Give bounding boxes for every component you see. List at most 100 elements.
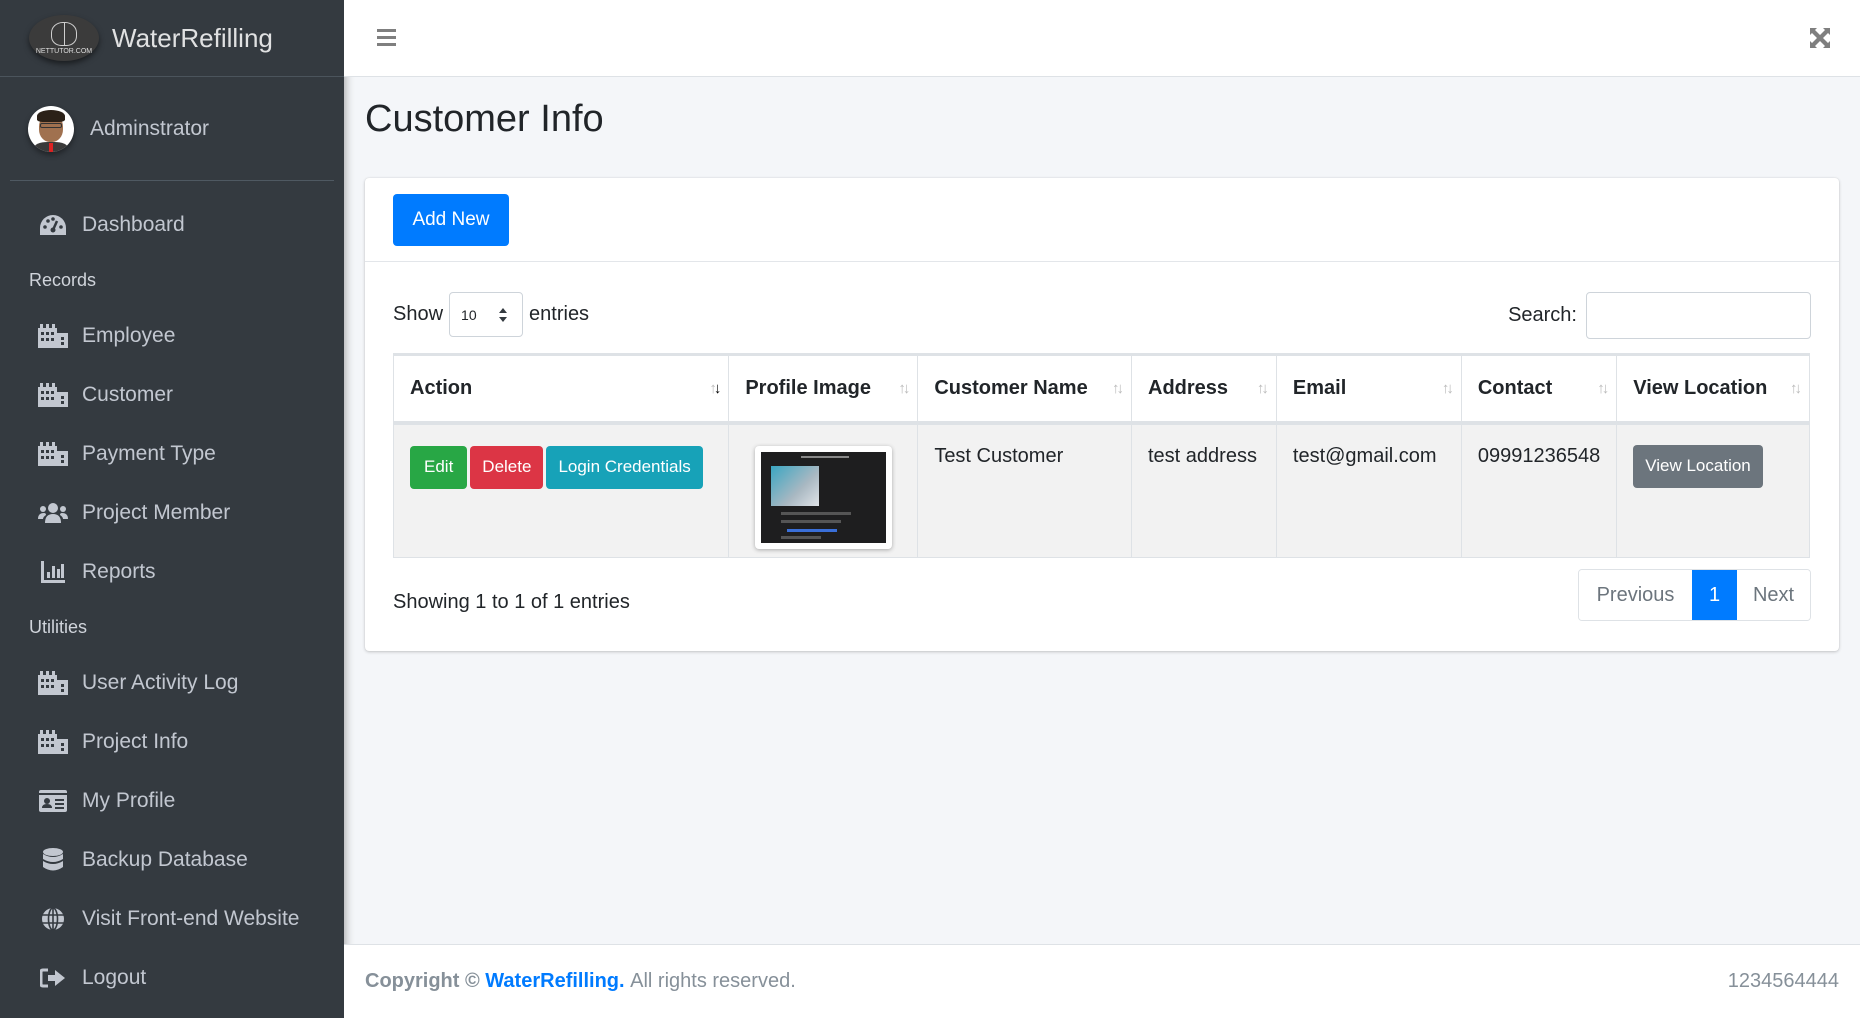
login-credentials-button[interactable]: Login Credentials — [546, 445, 703, 489]
database-icon — [38, 847, 68, 872]
add-new-button[interactable]: Add New — [393, 194, 509, 246]
search-input[interactable] — [1586, 292, 1811, 339]
sidebar-item-label: Project Member — [82, 500, 231, 524]
sidebar-item-project-member[interactable]: Project Member — [0, 483, 344, 542]
avatar — [28, 105, 74, 152]
sidebar-item-my-profile[interactable]: My Profile — [0, 771, 344, 830]
building-icon — [38, 729, 68, 754]
chart-bar-icon — [38, 560, 68, 584]
column-header-view-location[interactable]: View Location ↑↓ — [1616, 353, 1810, 425]
brand-logo-text: NETTUTOR.COM — [35, 47, 93, 55]
table-row: Edit Delete Login Credentials Test Custo… — [392, 422, 1810, 558]
sort-icon: ↑↓ — [1597, 380, 1609, 397]
globe-icon — [38, 906, 68, 931]
sort-icon: ↑↓ — [1256, 380, 1269, 397]
entries-length-control: Show 10 entries — [393, 292, 589, 337]
customer-table: Action ↑↓ Profile Image ↑↓ Customer Name ↑↓… — [392, 353, 1810, 558]
sidebar-item-payment-type[interactable]: Payment Type — [0, 424, 344, 483]
sign-out-icon — [38, 966, 68, 990]
menu-toggle-icon[interactable] — [377, 29, 396, 46]
edit-button[interactable]: Edit — [410, 445, 468, 489]
footer-brand-link[interactable]: WaterRefilling. — [485, 970, 624, 993]
brand-name: WaterRefilling — [112, 22, 273, 53]
sidebar-nav: Dashboard Records Employee Customer Paym… — [0, 181, 344, 1007]
sidebar-item-label: Dashboard — [82, 212, 185, 236]
column-label: View Location — [1633, 376, 1768, 399]
building-icon — [38, 441, 68, 466]
column-label: Customer Name — [934, 376, 1088, 399]
top-navbar — [344, 0, 1860, 77]
sidebar-item-project-info[interactable]: Project Info — [0, 712, 344, 771]
sort-icon: ↑↓ — [709, 380, 721, 397]
select-arrows-icon — [498, 307, 508, 326]
sidebar-item-logout[interactable]: Logout — [0, 948, 344, 1007]
sidebar-item-customer[interactable]: Customer — [0, 365, 344, 424]
column-header-address[interactable]: Address ↑↓ — [1131, 353, 1277, 425]
tachometer-icon — [38, 213, 68, 237]
sidebar-item-reports[interactable]: Reports — [0, 542, 344, 601]
action-cell: Edit Delete Login Credentials — [392, 422, 730, 558]
sidebar-header-records: Records — [29, 269, 97, 290]
sidebar-item-employee[interactable]: Employee — [0, 306, 344, 365]
sidebar-item-dashboard[interactable]: Dashboard — [0, 195, 344, 254]
footer: Copyright © WaterRefilling. All rights r… — [344, 944, 1860, 1018]
pagination: Previous 1 Next — [1578, 569, 1811, 621]
page-length-select[interactable]: 10 — [449, 292, 524, 337]
profile-image-thumbnail[interactable] — [755, 445, 893, 549]
email-cell: test@gmail.com — [1275, 422, 1462, 558]
user-panel[interactable]: Adminstrator — [10, 77, 334, 181]
copyright-text: Copyright © — [365, 970, 480, 992]
column-label: Address — [1148, 376, 1229, 399]
sort-icon: ↑↓ — [1441, 380, 1454, 397]
sidebar-item-label: Backup Database — [82, 847, 248, 871]
fullscreen-icon[interactable] — [1810, 28, 1830, 48]
search-label: Search: — [1508, 304, 1577, 326]
customer-name-cell: Test Customer — [917, 422, 1132, 558]
sidebar: NETTUTOR.COM WaterRefilling Adminstrator… — [0, 0, 344, 1018]
column-header-contact[interactable]: Contact ↑↓ — [1460, 353, 1618, 425]
brand-link[interactable]: NETTUTOR.COM WaterRefilling — [0, 0, 344, 77]
column-header-profile-image[interactable]: Profile Image ↑↓ — [728, 353, 919, 425]
column-header-email[interactable]: Email ↑↓ — [1275, 353, 1462, 425]
column-header-action[interactable]: Action ↑↓ — [392, 353, 730, 425]
sidebar-item-visit-website[interactable]: Visit Front-end Website — [0, 889, 344, 948]
show-label: Show — [393, 303, 444, 325]
view-location-cell: View Location — [1616, 422, 1810, 558]
sidebar-item-user-activity-log[interactable]: User Activity Log — [0, 653, 344, 712]
sidebar-item-label: Project Info — [82, 729, 189, 753]
sidebar-item-backup-database[interactable]: Backup Database — [0, 830, 344, 889]
page-length-value: 10 — [461, 306, 477, 323]
entries-label: entries — [529, 303, 590, 325]
column-header-customer-name[interactable]: Customer Name ↑↓ — [917, 353, 1132, 425]
building-icon — [38, 670, 68, 695]
building-icon — [38, 382, 68, 407]
user-name: Adminstrator — [90, 116, 210, 140]
contact-cell: 09991236548 — [1460, 422, 1618, 558]
address-cell: test address — [1131, 422, 1277, 558]
delete-button[interactable]: Delete — [470, 445, 544, 489]
column-label: Profile Image — [745, 376, 871, 399]
previous-page-button[interactable]: Previous — [1579, 570, 1692, 620]
brand-logo-icon: NETTUTOR.COM — [29, 15, 99, 61]
page-1-button[interactable]: 1 — [1692, 570, 1737, 620]
rights-text: All rights reserved. — [630, 970, 796, 992]
view-location-button[interactable]: View Location — [1633, 444, 1763, 488]
footer-right-text: 1234564444 — [1727, 970, 1839, 992]
sidebar-header-utilities: Utilities — [29, 616, 88, 637]
sort-icon: ↑↓ — [1790, 380, 1802, 397]
sidebar-item-label: My Profile — [82, 788, 176, 812]
sidebar-item-label: Employee — [82, 323, 176, 347]
users-icon — [38, 501, 68, 525]
sort-icon: ↑↓ — [1112, 380, 1124, 397]
column-label: Contact — [1477, 376, 1553, 399]
table-header-row: Action ↑↓ Profile Image ↑↓ Customer Name ↑↓… — [392, 353, 1810, 425]
id-card-icon — [38, 789, 68, 813]
sidebar-item-label: Payment Type — [82, 441, 216, 465]
building-icon — [38, 323, 68, 348]
next-page-button[interactable]: Next — [1737, 570, 1810, 620]
search-control: Search: — [1508, 292, 1811, 339]
sidebar-item-label: Visit Front-end Website — [82, 906, 300, 930]
sidebar-item-label: Customer — [82, 382, 174, 406]
page-title: Customer Info — [365, 98, 604, 140]
sort-icon: ↑↓ — [898, 380, 910, 397]
